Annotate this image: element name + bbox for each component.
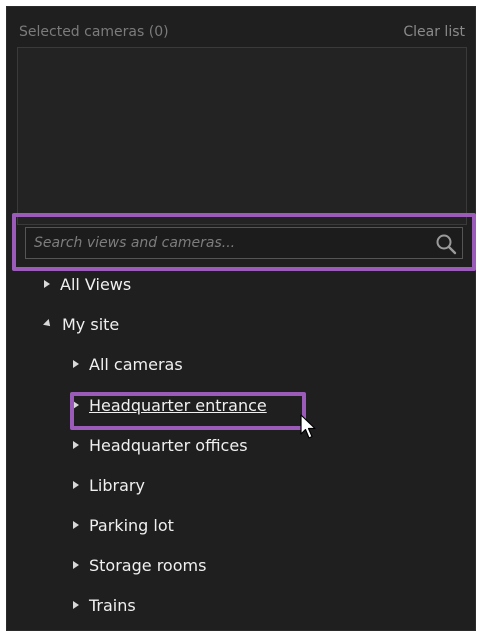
tree-item-label: Library	[89, 475, 145, 495]
chevron-right-icon[interactable]	[73, 561, 79, 569]
tree-item-all-cameras[interactable]: All cameras	[73, 351, 183, 377]
chevron-right-icon[interactable]	[73, 521, 79, 529]
tree-item-my-site[interactable]: My site	[43, 311, 120, 337]
chevron-right-icon[interactable]	[73, 360, 79, 368]
tree-item-all-views[interactable]: All Views	[44, 271, 131, 297]
tree-item-parking-lot[interactable]: Parking lot	[73, 512, 174, 538]
mouse-pointer-icon	[300, 414, 316, 439]
clear-list-button[interactable]: Clear list	[403, 24, 465, 40]
search-icon[interactable]	[435, 233, 457, 255]
tree-item-label: All Views	[60, 274, 132, 294]
selected-cameras-list	[17, 47, 467, 225]
tree-item-label: Trains	[89, 595, 136, 615]
tree-item-label: Headquarter offices	[89, 435, 248, 455]
tree-item-label: Storage rooms	[89, 555, 207, 575]
chevron-right-icon[interactable]	[44, 280, 50, 288]
tree-item-label: My site	[62, 314, 120, 334]
chevron-down-icon[interactable]	[43, 319, 53, 329]
tree-item-label: All cameras	[89, 354, 183, 374]
tree-item-headquarter-offices[interactable]: Headquarter offices	[73, 432, 248, 458]
item-highlight-frame	[70, 392, 306, 430]
camera-selection-panel: Selected cameras (0) Clear list All View…	[6, 6, 476, 631]
search-input[interactable]	[25, 227, 463, 259]
tree-item-label: Parking lot	[89, 515, 174, 535]
chevron-right-icon[interactable]	[73, 441, 79, 449]
tree-item-library[interactable]: Library	[73, 472, 145, 498]
tree-item-storage-rooms[interactable]: Storage rooms	[73, 552, 206, 578]
chevron-right-icon[interactable]	[73, 481, 79, 489]
tree-item-trains[interactable]: Trains	[73, 592, 136, 618]
chevron-right-icon[interactable]	[73, 601, 79, 609]
search-highlight-frame	[12, 213, 476, 271]
selected-cameras-label: Selected cameras (0)	[19, 24, 169, 40]
